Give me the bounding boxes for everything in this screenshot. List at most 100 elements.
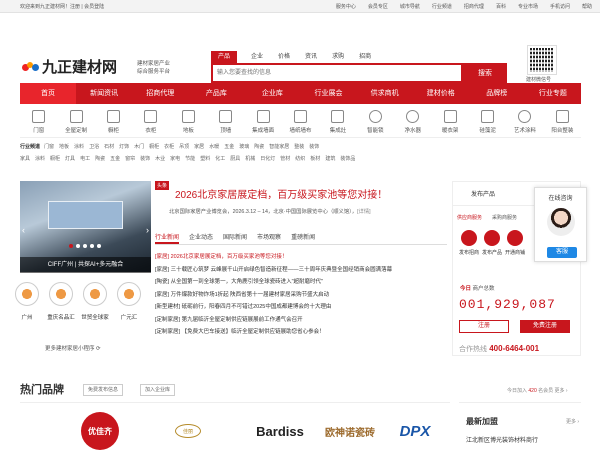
subcat-link[interactable]: 窗帘 bbox=[125, 153, 135, 165]
subcat-link[interactable]: 化工 bbox=[215, 153, 225, 165]
subcat-link[interactable]: 智能家居 bbox=[269, 141, 289, 153]
top-link-service[interactable]: 服务中心 bbox=[336, 3, 356, 10]
top-link-wiki[interactable]: 百科 bbox=[496, 3, 506, 10]
category-item[interactable]: 衣柜 bbox=[132, 108, 169, 137]
nav-companies[interactable]: 企业库 bbox=[244, 83, 300, 104]
category-item[interactable]: 墙纸墙布 bbox=[282, 108, 319, 137]
top-link-market[interactable]: 专业市场 bbox=[518, 3, 538, 10]
subcat-link[interactable]: 纺织 bbox=[295, 153, 305, 165]
subcat-link[interactable]: 塑料 bbox=[200, 153, 210, 165]
search-tab-price[interactable]: 价格 bbox=[278, 51, 290, 63]
nav-trade[interactable]: 供求商机 bbox=[357, 83, 413, 104]
banner-caption[interactable]: CIFF广州 | 共探AI+多元融合 bbox=[20, 257, 151, 273]
subcat-link[interactable]: 门窗 bbox=[44, 141, 54, 153]
open-shop-button[interactable]: 开通商铺 bbox=[504, 230, 526, 256]
free-register-button[interactable]: 免费注册 bbox=[520, 320, 570, 333]
summary-more-link[interactable]: [详情] bbox=[357, 209, 371, 215]
search-tab-news[interactable]: 资讯 bbox=[305, 51, 317, 63]
today-join-unit[interactable]: 名会员 更多 › bbox=[538, 388, 567, 394]
subcat-link[interactable]: 地板 bbox=[59, 141, 69, 153]
mini-program-item[interactable]: 重庆名品汇 bbox=[46, 282, 76, 321]
tab-buyer[interactable]: 采购商服务 bbox=[492, 214, 517, 221]
subcat-link[interactable]: 陶瓷 bbox=[95, 153, 105, 165]
tab-company-news[interactable]: 企业动态 bbox=[189, 233, 213, 244]
category-item[interactable]: 暖衣架 bbox=[431, 108, 468, 137]
mini-program-item[interactable]: 世贸全球家 bbox=[80, 282, 110, 321]
tab-supplier[interactable]: 供应商服务 bbox=[457, 214, 482, 221]
subcat-link[interactable]: 板材 bbox=[310, 153, 320, 165]
subcat-link[interactable]: 灯饰 bbox=[119, 141, 129, 153]
brand-logo[interactable]: DPX bbox=[380, 411, 450, 451]
headline-title[interactable]: 2026北京家居展定档，百万级买家池等您对接！ bbox=[175, 186, 387, 201]
category-item[interactable]: 硅藻泥 bbox=[469, 108, 506, 137]
subcat-link[interactable]: 涂料 bbox=[74, 141, 84, 153]
top-link-city[interactable]: 城市导航 bbox=[400, 3, 420, 10]
brand-logo[interactable]: Bardiss bbox=[240, 411, 320, 451]
brand-logo[interactable]: 优佳齐 bbox=[70, 411, 130, 451]
subcat-link[interactable]: 陶瓷 bbox=[254, 141, 264, 153]
subcat-link[interactable]: 橱柜 bbox=[149, 141, 159, 153]
search-input[interactable] bbox=[213, 65, 461, 81]
carousel-dot[interactable] bbox=[83, 244, 87, 248]
top-link-industry[interactable]: 行业频道 bbox=[432, 3, 452, 10]
category-item[interactable]: 全屋定制 bbox=[57, 108, 94, 137]
carousel-dot[interactable] bbox=[97, 244, 101, 248]
category-item[interactable]: 地板 bbox=[170, 108, 207, 137]
subcat-link[interactable]: 吊顶 bbox=[179, 141, 189, 153]
online-chat-widget[interactable]: 在线咨询 客服 bbox=[534, 187, 587, 262]
chevron-right-icon[interactable]: › bbox=[146, 225, 149, 235]
top-link-mobile[interactable]: 手机访问 bbox=[550, 3, 570, 10]
category-item[interactable]: 门窗 bbox=[20, 108, 57, 137]
list-item[interactable]: [定制家居] 【免费大巴车接送】临沂全屋定制供应链展助您省心参会！ bbox=[155, 326, 447, 339]
list-item[interactable]: 江北新区博光装饰材料商行 bbox=[466, 435, 538, 444]
subcat-link[interactable]: 木门 bbox=[134, 141, 144, 153]
tab-international-news[interactable]: 国际新闻 bbox=[223, 233, 247, 244]
nav-franchise[interactable]: 招商代理 bbox=[132, 83, 188, 104]
free-publish-button[interactable]: 免费发布信息 bbox=[83, 384, 124, 396]
tab-market-observation[interactable]: 市场观察 bbox=[257, 233, 281, 244]
carousel-dot[interactable] bbox=[90, 244, 94, 248]
nav-prices[interactable]: 建材价格 bbox=[413, 83, 469, 104]
publish-product-link[interactable]: 发布产品 bbox=[471, 189, 495, 198]
category-item[interactable]: 集成墙面 bbox=[244, 108, 281, 137]
brand-logo[interactable]: 佳丽 bbox=[158, 411, 218, 451]
site-logo[interactable]: 九正建材网 bbox=[22, 56, 117, 77]
category-item[interactable]: 橱柜 bbox=[95, 108, 132, 137]
subcat-link[interactable]: 五金 bbox=[110, 153, 120, 165]
nav-products[interactable]: 产品库 bbox=[188, 83, 244, 104]
category-item[interactable]: 集成灶 bbox=[319, 108, 356, 137]
subcat-link[interactable]: 厨具 bbox=[230, 153, 240, 165]
subcat-link[interactable]: 水暖 bbox=[209, 141, 219, 153]
subcat-link[interactable]: 管材 bbox=[280, 153, 290, 165]
join-company-button[interactable]: 加入企业库 bbox=[140, 384, 176, 396]
subcat-link[interactable]: 整装 bbox=[294, 141, 304, 153]
subcat-link[interactable]: 装饰 bbox=[309, 141, 319, 153]
brand-logo[interactable]: 欧神诺瓷砖 bbox=[310, 411, 390, 451]
chat-service-button[interactable]: 客服 bbox=[547, 247, 577, 258]
mini-program-item[interactable]: 广元汇 bbox=[114, 282, 144, 321]
subcat-link[interactable]: 卫浴 bbox=[89, 141, 99, 153]
tab-industry-news[interactable]: 行业新闻 bbox=[155, 233, 180, 244]
nav-expo[interactable]: 行业展会 bbox=[300, 83, 356, 104]
search-tab-franchise[interactable]: 招商 bbox=[359, 51, 371, 63]
category-item[interactable]: 阳台整装 bbox=[544, 108, 581, 137]
subcat-link[interactable]: 木业 bbox=[155, 153, 165, 165]
list-item[interactable]: [家居] 万件爆款好物炸场1折起 陕西省第十一届建材家居采购节盛大启动 bbox=[155, 289, 447, 302]
search-tab-company[interactable]: 企业 bbox=[251, 51, 263, 63]
category-item[interactable]: 艺术涂料 bbox=[506, 108, 543, 137]
subcat-link[interactable]: 装饰品 bbox=[340, 153, 355, 165]
category-item[interactable]: 净水器 bbox=[394, 108, 431, 137]
subcat-link[interactable]: 石材 bbox=[104, 141, 114, 153]
top-link-help[interactable]: 帮助 bbox=[582, 3, 592, 10]
list-item[interactable]: [定制家居] 第九届临沂全屋定制供应链展展前工作通气会召开 bbox=[155, 314, 447, 327]
subcat-link[interactable]: 家居 bbox=[194, 141, 204, 153]
nav-topics[interactable]: 行业专题 bbox=[525, 83, 581, 104]
list-item[interactable]: [新型建材] 砥砺前行，阳春四月不可错过2025中国成都建博会的十大理由 bbox=[155, 301, 447, 314]
subcat-link[interactable]: 机械 bbox=[245, 153, 255, 165]
welcome-text[interactable]: 欢迎来到九正建材网！注册 | 会员登陆 bbox=[20, 3, 104, 10]
register-button[interactable]: 注册 bbox=[459, 320, 509, 333]
mini-program-item[interactable]: 广州 bbox=[12, 282, 42, 321]
tab-major-news[interactable]: 重磅新闻 bbox=[291, 233, 315, 244]
search-tab-purchase[interactable]: 求购 bbox=[332, 51, 344, 63]
search-button[interactable]: 搜索 bbox=[463, 63, 507, 83]
